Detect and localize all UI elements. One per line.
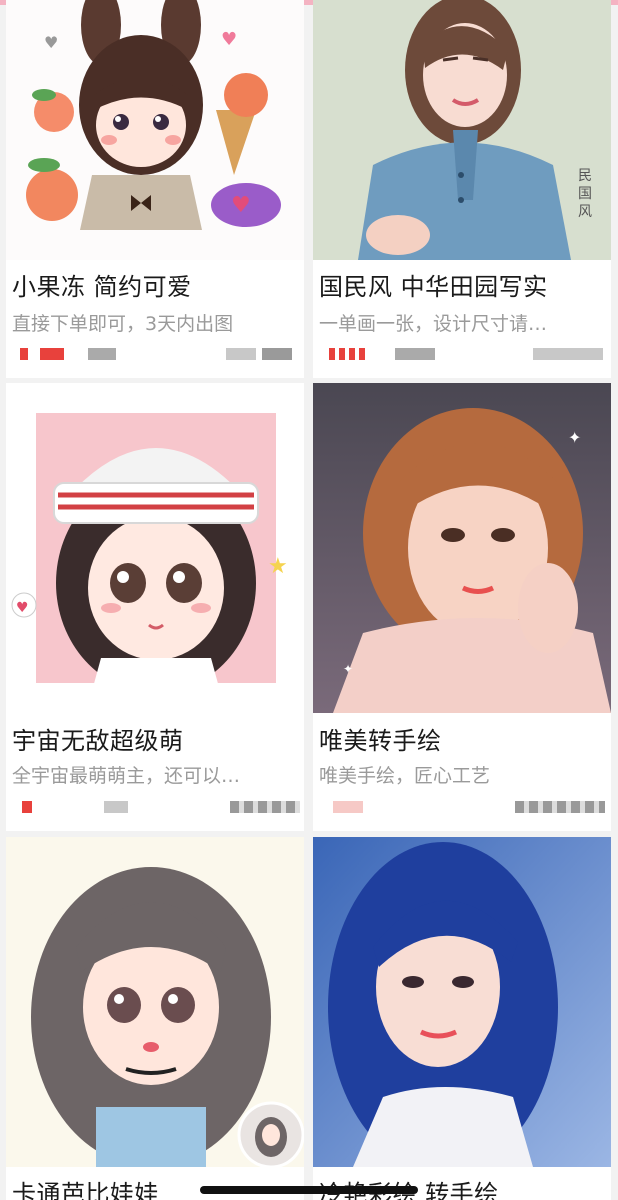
product-description: 唯美手绘，匠心工艺 [319, 765, 491, 787]
product-card[interactable]: ✦ ✦ 唯美转手绘 唯美手绘，匠心工艺 [313, 383, 611, 831]
product-card[interactable]: 民 国 风 国民风 中华田园写实 一单画一张，设计尺寸请… [313, 0, 611, 378]
product-meta-obscured [12, 801, 300, 815]
svg-text:♥: ♥ [16, 600, 29, 616]
product-description: 直接下单即可，3天内出图 [12, 313, 234, 335]
svg-text:♥: ♥ [44, 33, 58, 52]
svg-text:✦: ✦ [343, 662, 353, 676]
product-image[interactable]: ✦ ✦ [313, 383, 611, 713]
product-meta-obscured [12, 348, 300, 362]
product-description: 全宇宙最萌萌主，还可以… [12, 765, 241, 787]
product-image[interactable]: 民 国 风 [313, 0, 611, 260]
product-title: 国民风 中华田园写实 [319, 273, 548, 301]
product-image[interactable] [313, 837, 611, 1167]
product-image[interactable] [6, 837, 304, 1167]
svg-text:✦: ✦ [568, 428, 581, 447]
product-title: 唯美转手绘 [319, 727, 442, 755]
product-meta-obscured [319, 801, 607, 815]
svg-text:民: 民 [578, 168, 592, 184]
product-card[interactable]: ♥ ♥ ♥ 小果冻 简约可爱 直接下单即可，3天内出图 [6, 0, 304, 378]
product-title: 宇宙无敌超级萌 [12, 727, 184, 755]
product-card[interactable]: ♥ ★ 宇宙无敌超级萌 全宇宙最萌萌主，还可以… [6, 383, 304, 831]
product-description: 一单画一张，设计尺寸请… [319, 313, 548, 335]
product-title: 小果冻 简约可爱 [12, 273, 192, 301]
product-meta-obscured [319, 348, 607, 362]
product-image[interactable]: ♥ ★ [6, 383, 304, 713]
svg-text:♥: ♥ [231, 193, 251, 218]
svg-text:国: 国 [578, 186, 592, 202]
svg-text:♥: ♥ [221, 29, 237, 50]
home-indicator[interactable] [200, 1186, 418, 1194]
svg-text:★: ★ [268, 554, 288, 579]
product-card[interactable]: 卡通芭比娃娃 [6, 837, 304, 1200]
product-card[interactable]: 冷艳彩绘 转手绘 [313, 837, 611, 1200]
product-image[interactable]: ♥ ♥ ♥ [6, 0, 304, 260]
svg-text:风: 风 [578, 204, 592, 220]
